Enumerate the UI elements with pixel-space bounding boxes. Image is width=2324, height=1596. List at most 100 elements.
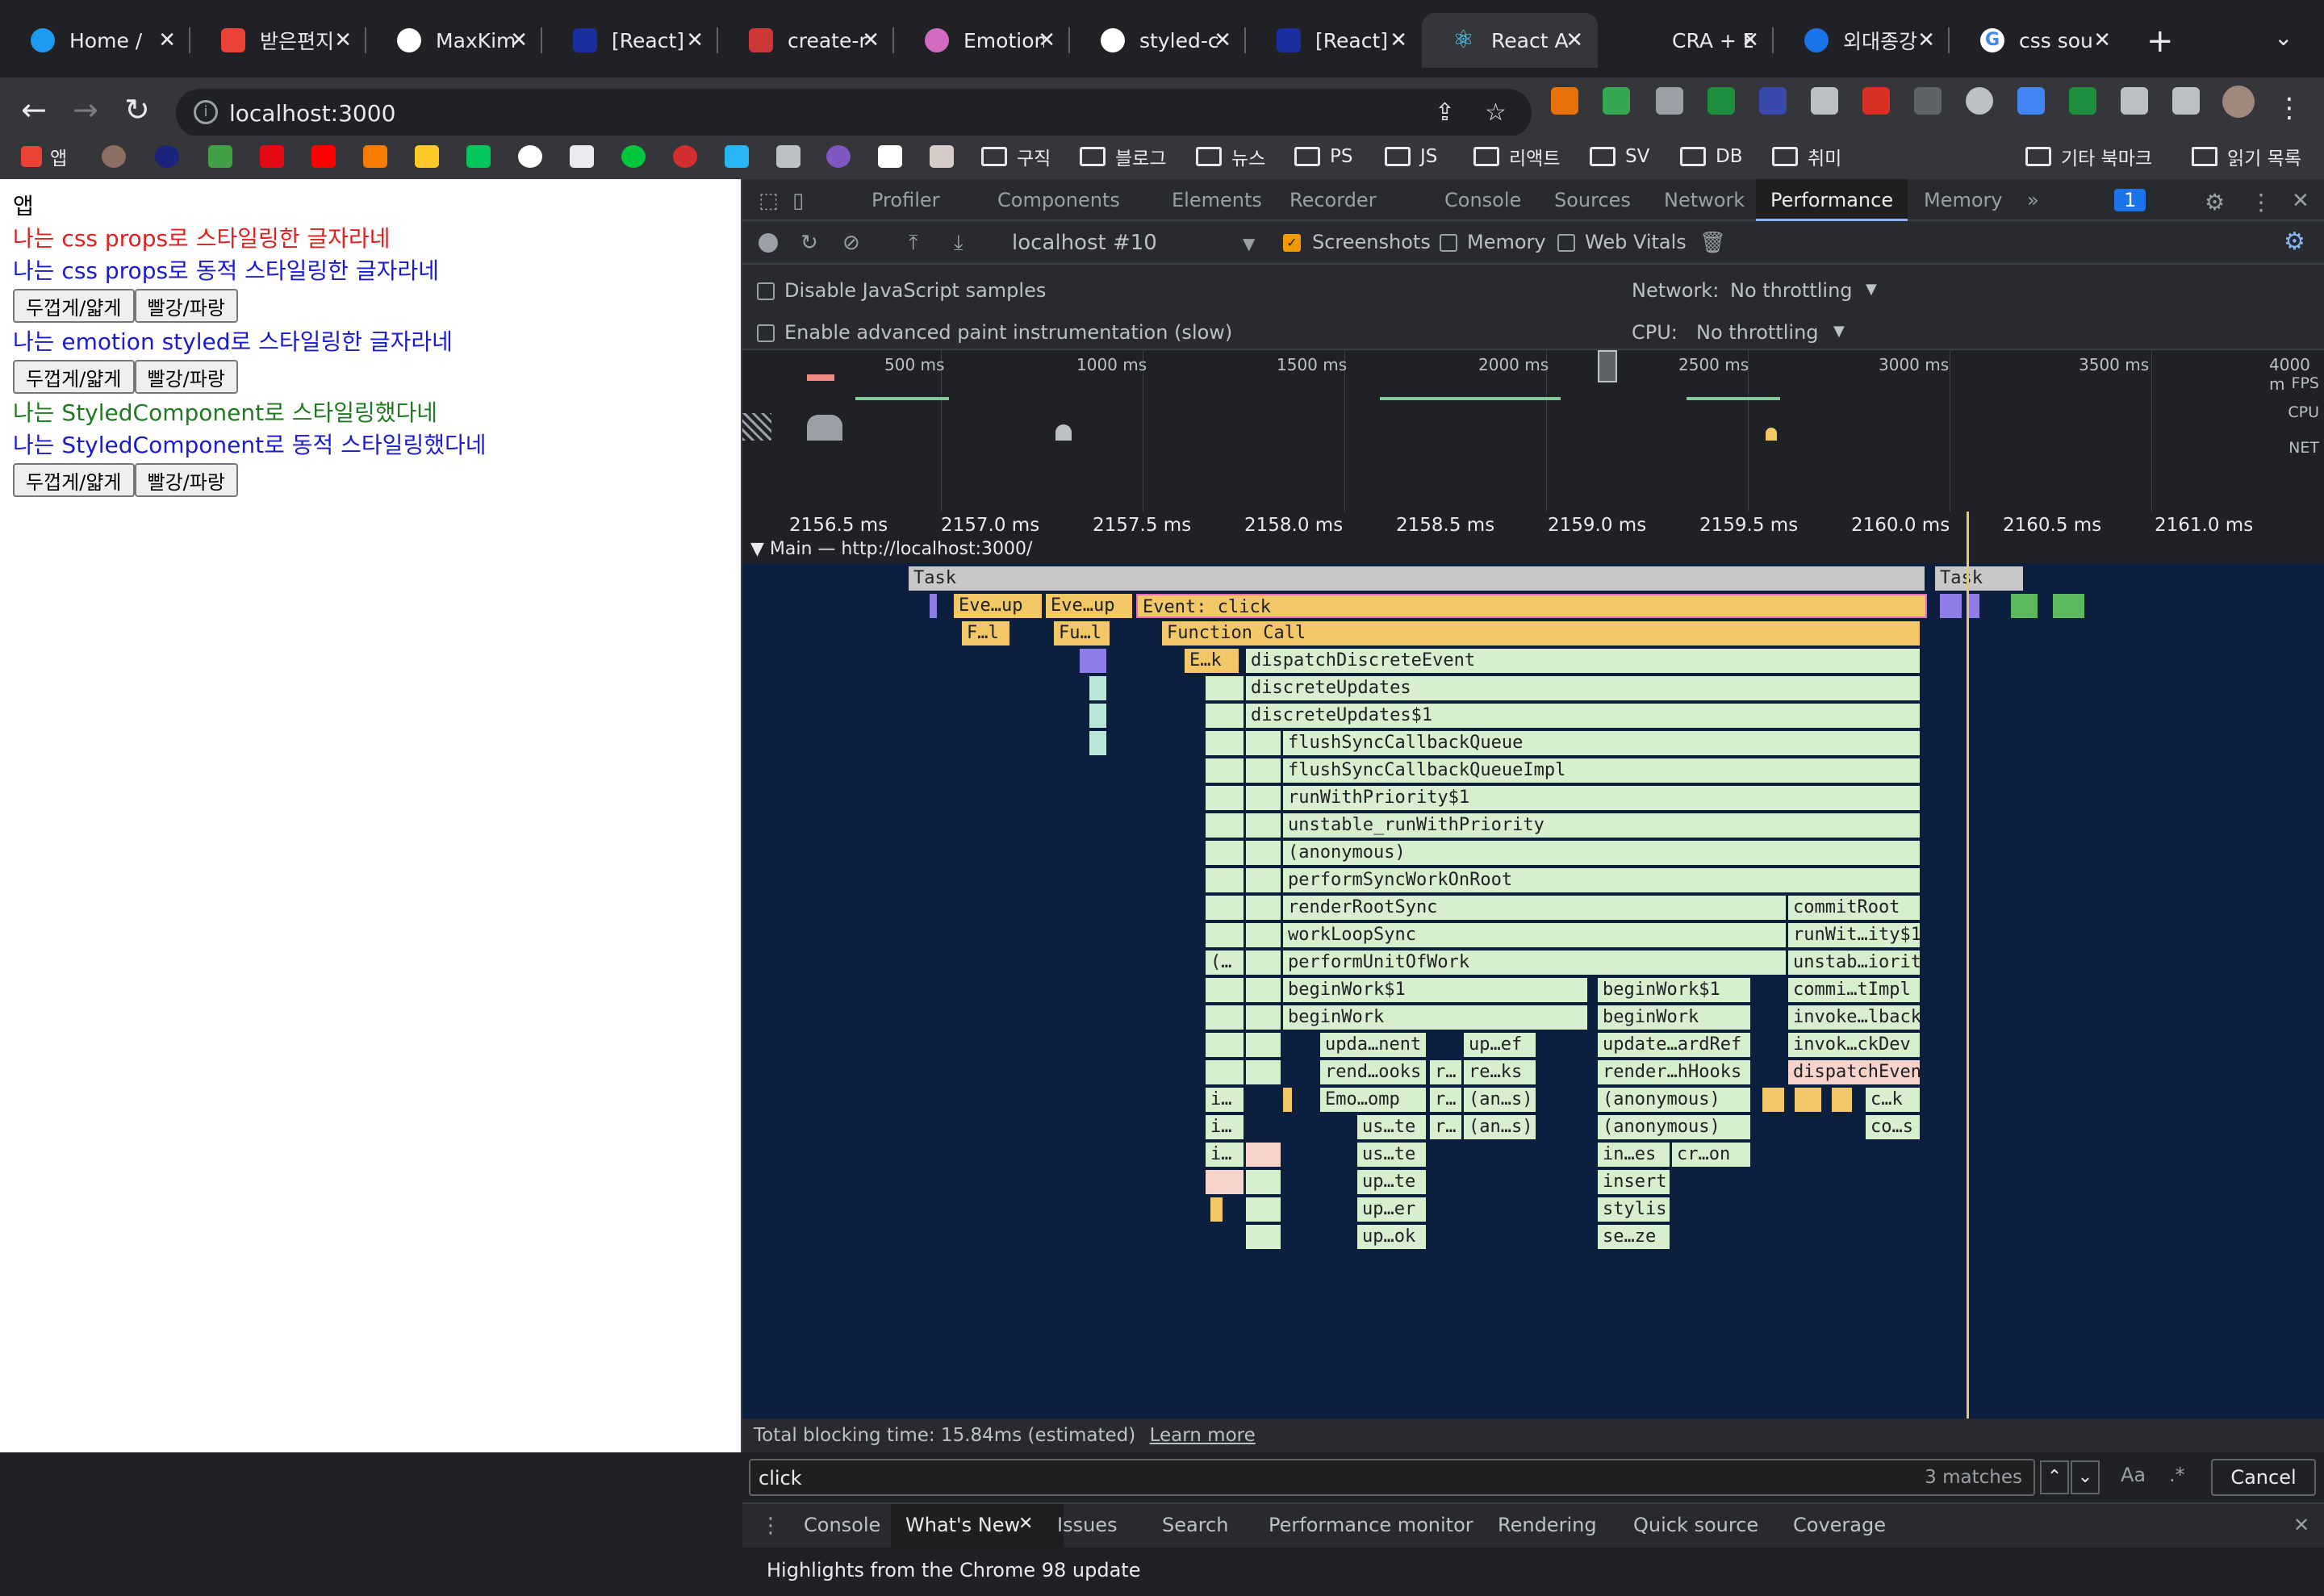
flame-frame[interactable] xyxy=(1795,1088,1822,1112)
reading-list-button[interactable]: 읽기 목록 xyxy=(2192,140,2301,173)
bookmark-star-icon[interactable]: ☆ xyxy=(1485,98,1507,127)
flame-frame[interactable]: (an…s) xyxy=(1464,1115,1536,1139)
flame-frame[interactable]: dispatchDiscreteEvent xyxy=(1246,649,1921,673)
flame-frame[interactable]: dispatchEvent xyxy=(1788,1060,1921,1084)
flame-frame[interactable]: performUnitOfWork xyxy=(1283,950,1787,975)
flame-frame[interactable]: us…te xyxy=(1357,1143,1427,1167)
flame-frame[interactable] xyxy=(1246,1005,1281,1030)
browser-tab[interactable]: CRA + E ✕ xyxy=(1598,13,1774,68)
find-input-value[interactable]: click xyxy=(759,1467,802,1489)
timeline-overview[interactable]: 500 ms 1000 ms 1500 ms 2000 ms 2500 ms 3… xyxy=(742,350,2324,679)
flame-frame[interactable]: stylis xyxy=(1598,1197,1670,1222)
next-match-button[interactable]: ⌄ xyxy=(2071,1460,2100,1494)
toggle-color-button[interactable]: 빨강/파랑 xyxy=(134,360,238,394)
tab-performance[interactable]: Performance xyxy=(1756,179,1908,221)
capture-settings-icon[interactable]: ⚙ xyxy=(2284,228,2305,256)
flame-frame[interactable]: re…ks xyxy=(1464,1060,1536,1084)
bookmark-icon-only[interactable] xyxy=(725,140,757,173)
flame-frame[interactable]: us…te xyxy=(1357,1115,1427,1139)
dropdown-icon[interactable]: ▼ xyxy=(1243,234,1255,253)
extension-icon[interactable] xyxy=(2017,87,2045,115)
flame-frame[interactable]: cr…on xyxy=(1672,1143,1751,1167)
back-icon[interactable]: ← xyxy=(21,92,47,127)
flame-frame[interactable] xyxy=(1246,1170,1281,1194)
flame-frame[interactable] xyxy=(1206,923,1244,947)
extension-icon[interactable] xyxy=(1966,87,1993,115)
flame-frame[interactable]: upda…nent xyxy=(1320,1033,1427,1057)
flame-frame[interactable] xyxy=(1206,978,1244,1002)
flame-frame[interactable]: insert xyxy=(1598,1170,1670,1194)
tab-memory[interactable]: Memory xyxy=(1924,189,2003,211)
flame-frame[interactable]: update…ardRef xyxy=(1598,1033,1751,1057)
flame-frame[interactable]: up…ok xyxy=(1357,1225,1427,1249)
browser-tab[interactable]: 외대종강 ✕ xyxy=(1774,13,1950,68)
memory-checkbox[interactable] xyxy=(1440,234,1457,252)
flame-frame[interactable] xyxy=(1206,1005,1244,1030)
upload-icon[interactable]: ⤒ xyxy=(909,231,918,256)
close-icon[interactable]: ✕ xyxy=(862,28,880,52)
drawer-tab-quick-source[interactable]: Quick source xyxy=(1633,1514,1758,1536)
site-info-icon[interactable]: i xyxy=(194,100,218,124)
flame-frame[interactable] xyxy=(1206,841,1244,865)
screenshots-checkbox[interactable]: ✓ xyxy=(1283,234,1301,252)
close-icon[interactable]: ✕ xyxy=(1038,28,1055,52)
learn-more-link[interactable]: Learn more xyxy=(1150,1425,1256,1446)
flame-frame[interactable]: render…hHooks xyxy=(1598,1060,1751,1084)
bookmark-icon-only[interactable] xyxy=(415,140,447,173)
flame-frame[interactable]: performSyncWorkOnRoot xyxy=(1283,868,1921,892)
extension-icon[interactable] xyxy=(1603,87,1630,115)
issues-badge[interactable]: 1 xyxy=(2114,189,2146,211)
flame-frame[interactable] xyxy=(1246,731,1281,755)
flame-frame[interactable]: runWithPriority$1 xyxy=(1283,786,1921,810)
flame-frame[interactable]: commitRoot xyxy=(1788,896,1921,920)
bookmark-icon-only[interactable] xyxy=(518,140,550,173)
flame-frame[interactable]: unstab…iority xyxy=(1788,950,1921,975)
flame-event[interactable] xyxy=(1969,594,1980,618)
close-devtools-icon[interactable]: ✕ xyxy=(2292,189,2309,213)
bookmark-icon-only[interactable] xyxy=(208,140,240,173)
flame-frame[interactable]: (anonymous) xyxy=(1283,841,1921,865)
flame-frame[interactable]: beginWork xyxy=(1283,1005,1588,1030)
flame-frame[interactable] xyxy=(1283,1088,1293,1112)
extension-icon[interactable] xyxy=(1862,87,1890,115)
flame-frame[interactable] xyxy=(1080,649,1107,673)
flame-frame[interactable]: flushSyncCallbackQueueImpl xyxy=(1283,758,1921,783)
flame-frame[interactable]: beginWork$1 xyxy=(1283,978,1588,1002)
flame-frame[interactable] xyxy=(1762,1088,1785,1112)
flame-frame[interactable] xyxy=(1206,731,1244,755)
browser-tab[interactable]: styled-c ✕ xyxy=(1070,13,1246,68)
close-icon[interactable]: ✕ xyxy=(686,28,704,52)
flame-frame[interactable] xyxy=(1246,896,1281,920)
reload-profile-icon[interactable]: ↻ xyxy=(800,231,818,255)
match-case-button[interactable]: Aa xyxy=(2121,1464,2146,1486)
flame-frame[interactable]: i… xyxy=(1206,1088,1244,1112)
bookmark-folder[interactable]: 뉴스 xyxy=(1196,140,1265,173)
flame-frame[interactable] xyxy=(1246,1060,1281,1084)
close-icon[interactable]: ✕ xyxy=(334,28,352,52)
bookmark-icon-only[interactable] xyxy=(776,140,809,173)
browser-tab[interactable]: [React] ✕ xyxy=(1246,13,1422,68)
close-icon[interactable]: ✕ xyxy=(1741,28,1759,52)
drawer-menu-icon[interactable]: ⋮ xyxy=(760,1514,781,1538)
flame-frame[interactable] xyxy=(1206,1060,1244,1084)
flame-frame[interactable] xyxy=(1206,786,1244,810)
bookmark-folder[interactable]: PS xyxy=(1294,140,1352,173)
flame-frame[interactable] xyxy=(1246,868,1281,892)
flame-frame[interactable] xyxy=(1246,1143,1281,1167)
flame-frame[interactable]: (… xyxy=(1206,950,1244,975)
previous-match-button[interactable]: ⌃ xyxy=(2040,1460,2069,1494)
flame-frame[interactable] xyxy=(1089,676,1107,700)
flame-function[interactable]: Fu…l xyxy=(1054,621,1110,646)
url-text[interactable]: localhost:3000 xyxy=(229,100,395,127)
flame-frame[interactable]: in…es xyxy=(1598,1143,1670,1167)
flame-frame[interactable]: (anonymous) xyxy=(1598,1115,1751,1139)
extension-icon[interactable] xyxy=(1914,87,1942,115)
flame-task[interactable]: Task xyxy=(1935,566,2024,591)
bookmark-icon-only[interactable] xyxy=(570,140,602,173)
kebab-menu-icon[interactable]: ⋮ xyxy=(2276,92,2303,124)
drawer-tab-performance-monitor[interactable]: Performance monitor xyxy=(1269,1514,1473,1536)
advanced-paint-checkbox[interactable] xyxy=(757,324,775,342)
flame-frame[interactable] xyxy=(1246,1197,1281,1222)
flame-frame[interactable] xyxy=(1246,978,1281,1002)
reading-list-icon[interactable] xyxy=(2172,87,2200,115)
